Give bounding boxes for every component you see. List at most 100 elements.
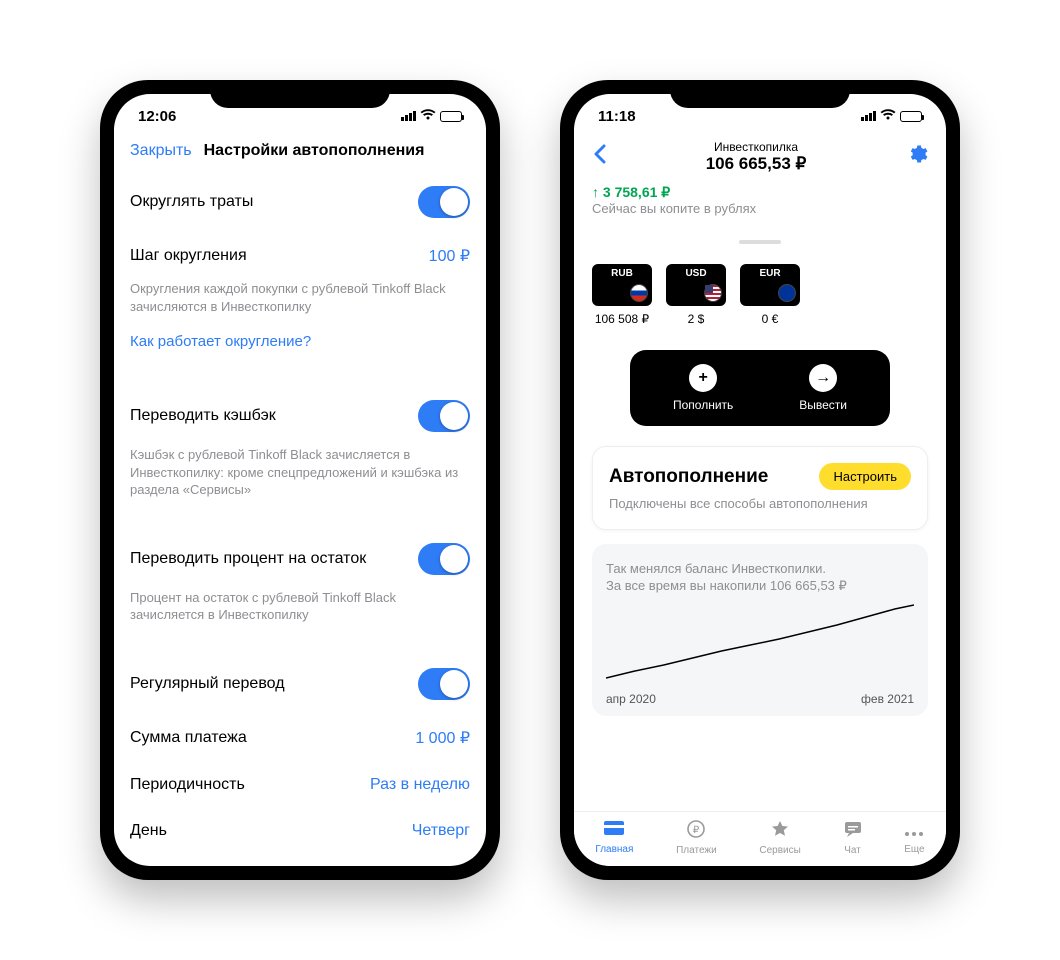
- cashback-desc: Кэшбэк с рублевой Tinkoff Black зачисляе…: [130, 446, 470, 511]
- period-value: Раз в неделю: [370, 776, 470, 794]
- tab-more[interactable]: Еще: [904, 821, 924, 855]
- currency-value: 2 $: [666, 312, 726, 326]
- day-label: День: [130, 822, 167, 840]
- rounding-label: Округлять траты: [130, 193, 253, 211]
- currency-code: RUB: [611, 268, 633, 279]
- status-icons: [861, 108, 922, 124]
- currency-value: 0 €: [740, 312, 800, 326]
- withdraw-button[interactable]: → Вывести: [799, 364, 847, 412]
- cashback-label: Переводить кэшбэк: [130, 407, 276, 425]
- rounding-toggle[interactable]: [418, 186, 470, 218]
- screen-dashboard: 11:18 Инвесткопилка 106 665,53 ₽ ↑: [574, 94, 946, 866]
- period-row[interactable]: Периодичность Раз в неделю: [130, 762, 470, 808]
- header-subtitle: Инвесткопилка: [706, 140, 807, 154]
- auto-topup-card: Автопополнение Настроить Подключены все …: [592, 446, 928, 530]
- rounding-step-row[interactable]: Шаг округления 100 ₽: [130, 232, 470, 280]
- chart-date-from: апр 2020: [606, 692, 656, 706]
- day-value: Четверг: [412, 822, 470, 840]
- status-time: 12:06: [138, 108, 176, 125]
- regular-row: Регулярный перевод: [130, 654, 470, 714]
- plus-icon: +: [689, 364, 717, 392]
- tab-label: Чат: [844, 845, 861, 856]
- currency-cards: RUB 106 508 ₽ USD 2 $ EUR 0 €: [592, 264, 928, 326]
- page-title: Настройки автопополнения: [204, 142, 425, 160]
- tab-label: Главная: [595, 844, 633, 855]
- currency-code: EUR: [759, 268, 780, 279]
- settings-content: Округлять траты Шаг округления 100 ₽ Окр…: [114, 172, 486, 866]
- configure-button[interactable]: Настроить: [819, 463, 911, 490]
- header-balance: 106 665,53 ₽: [706, 154, 807, 174]
- svg-text:₽: ₽: [693, 825, 700, 836]
- notch: [210, 80, 390, 108]
- card-icon: [595, 821, 633, 842]
- signal-icon: [861, 111, 876, 121]
- battery-icon: [440, 111, 462, 122]
- drag-handle[interactable]: [739, 240, 781, 244]
- deposit-button[interactable]: + Пополнить: [673, 364, 733, 412]
- deposit-label: Пополнить: [673, 398, 733, 412]
- interest-desc: Процент на остаток с рублевой Tinkoff Bl…: [130, 589, 470, 636]
- cashback-row: Переводить кэшбэк: [130, 386, 470, 446]
- tab-services[interactable]: Сервисы: [759, 820, 800, 856]
- rounding-help-link[interactable]: Как работает округление?: [130, 327, 470, 368]
- currency-eur[interactable]: EUR 0 €: [740, 264, 800, 326]
- chat-icon: [844, 820, 862, 843]
- back-button[interactable]: [592, 144, 606, 170]
- rounding-row: Округлять траты: [130, 172, 470, 232]
- notch: [670, 80, 850, 108]
- phone-settings: 12:06 Закрыть Настройки автопополнения О…: [100, 80, 500, 880]
- gear-icon[interactable]: [906, 143, 928, 171]
- chart-card: Так менялся баланс Инвесткопилки. За все…: [592, 544, 928, 716]
- dashboard-content: RUB 106 508 ₽ USD 2 $ EUR 0 € + Пополнит…: [574, 222, 946, 811]
- tabbar: Главная ₽ Платежи Сервисы Чат: [574, 811, 946, 866]
- arrow-right-icon: →: [809, 364, 837, 392]
- amount-row[interactable]: Сумма платежа 1 000 ₽: [130, 714, 470, 762]
- interest-label: Переводить процент на остаток: [130, 550, 366, 568]
- tab-label: Платежи: [676, 845, 717, 856]
- nav-bar: Закрыть Настройки автопополнения: [114, 134, 486, 172]
- phone-dashboard: 11:18 Инвесткопилка 106 665,53 ₽ ↑: [560, 80, 960, 880]
- rounding-step-label: Шаг округления: [130, 247, 247, 265]
- chart-text-2: За все время вы накопили 106 665,53 ₽: [606, 577, 914, 595]
- battery-icon: [900, 111, 922, 122]
- profit-row: ↑ 3 758,61 ₽ Сейчас вы копите в рублях: [574, 178, 946, 222]
- close-button[interactable]: Закрыть: [130, 142, 192, 160]
- action-panel: + Пополнить → Вывести: [630, 350, 890, 426]
- auto-subtitle: Подключены все способы автопополнения: [609, 496, 911, 513]
- chart-text-1: Так менялся баланс Инвесткопилки.: [606, 560, 914, 578]
- ruble-icon: ₽: [676, 820, 717, 843]
- regular-toggle[interactable]: [418, 668, 470, 700]
- regular-label: Регулярный перевод: [130, 675, 285, 693]
- screen-settings: 12:06 Закрыть Настройки автопополнения О…: [114, 94, 486, 866]
- tab-label: Еще: [904, 844, 924, 855]
- day-row[interactable]: День Четверг: [130, 808, 470, 854]
- rounding-step-value: 100 ₽: [429, 246, 470, 266]
- tab-home[interactable]: Главная: [595, 821, 633, 855]
- profit-value: ↑ 3 758,61 ₽: [592, 184, 928, 201]
- currency-rub[interactable]: RUB 106 508 ₽: [592, 264, 652, 326]
- interest-toggle[interactable]: [418, 543, 470, 575]
- more-icon: [904, 821, 924, 842]
- chart-dates: апр 2020 фев 2021: [606, 688, 914, 708]
- flag-ru-icon: [630, 284, 648, 302]
- withdraw-label: Вывести: [799, 398, 847, 412]
- currency-value: 106 508 ₽: [592, 312, 652, 326]
- currency-code: USD: [685, 268, 706, 279]
- amount-label: Сумма платежа: [130, 729, 247, 747]
- status-time: 11:18: [598, 108, 636, 125]
- tab-payments[interactable]: ₽ Платежи: [676, 820, 717, 856]
- wifi-icon: [420, 108, 436, 124]
- amount-value: 1 000 ₽: [415, 728, 470, 748]
- balance-chart: [606, 603, 914, 683]
- cashback-toggle[interactable]: [418, 400, 470, 432]
- period-label: Периодичность: [130, 776, 245, 794]
- header-center: Инвесткопилка 106 665,53 ₽: [706, 140, 807, 174]
- tab-label: Сервисы: [759, 845, 800, 856]
- status-icons: [401, 108, 462, 124]
- flag-us-icon: [704, 284, 722, 302]
- interest-row: Переводить процент на остаток: [130, 529, 470, 589]
- star-icon: [759, 820, 800, 843]
- currency-usd[interactable]: USD 2 $: [666, 264, 726, 326]
- tab-chat[interactable]: Чат: [844, 820, 862, 856]
- profit-subtitle: Сейчас вы копите в рублях: [592, 201, 928, 216]
